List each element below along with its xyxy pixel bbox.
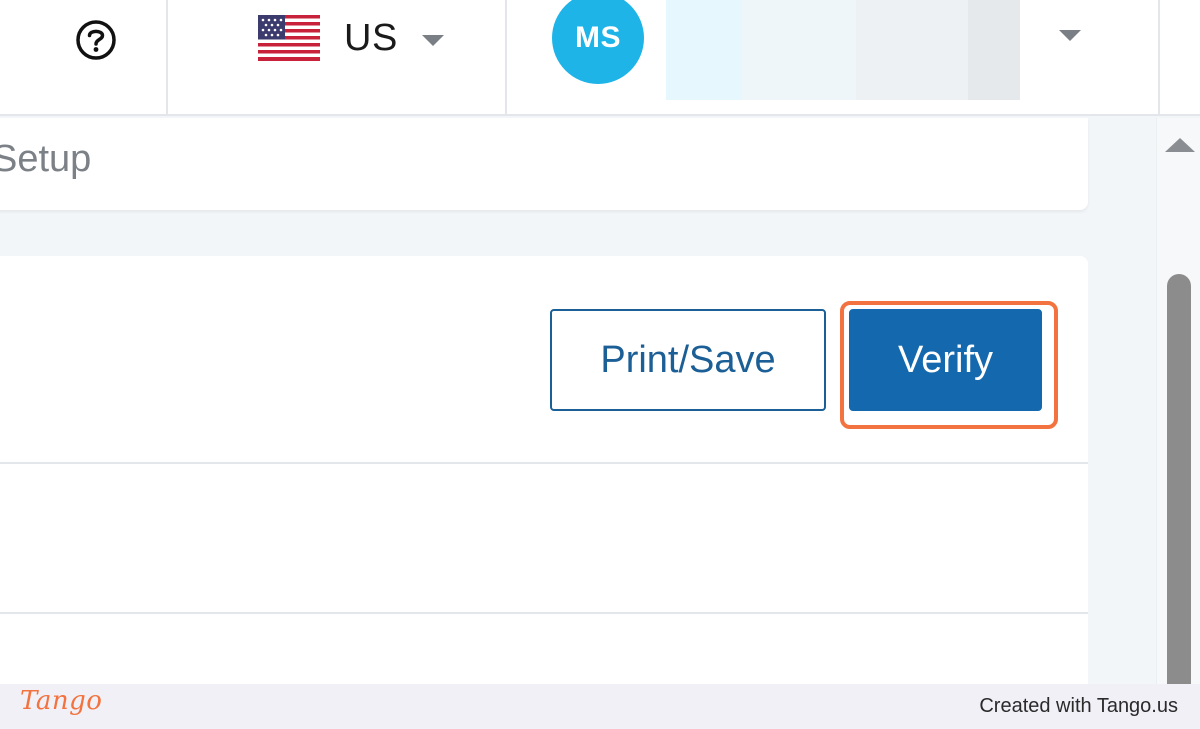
setup-header-card: Setup xyxy=(0,118,1088,210)
vertical-scrollbar[interactable] xyxy=(1156,118,1200,684)
row-divider xyxy=(0,462,1088,464)
tango-logo: Tango xyxy=(20,686,103,716)
user-initials: MS xyxy=(575,21,621,54)
user-name-redacted[interactable] xyxy=(666,0,1020,100)
header-divider xyxy=(505,0,507,116)
locale-label: US xyxy=(344,16,398,59)
page-title: Setup xyxy=(0,138,92,180)
header-divider xyxy=(1158,0,1160,116)
scroll-up-arrow-icon[interactable] xyxy=(1165,138,1195,152)
chevron-down-icon xyxy=(421,34,444,46)
user-menu-chevron-down-icon[interactable] xyxy=(1059,30,1081,41)
form-actions-card: Print/Save Verify xyxy=(0,256,1088,706)
locale-selector[interactable]: US xyxy=(258,10,444,66)
tango-footer: Tango Created with Tango.us xyxy=(0,684,1200,729)
scrollbar-thumb[interactable] xyxy=(1167,274,1191,684)
us-flag-icon xyxy=(258,15,320,61)
row-divider xyxy=(0,612,1088,614)
print-save-button[interactable]: Print/Save xyxy=(550,309,826,411)
header-divider xyxy=(166,0,168,116)
verify-button[interactable]: Verify xyxy=(849,309,1042,411)
top-navigation-bar: US MS xyxy=(0,0,1200,116)
footer-credit: Created with Tango.us xyxy=(979,695,1178,717)
question-circle-icon[interactable] xyxy=(74,18,118,62)
user-avatar[interactable]: MS xyxy=(552,0,644,84)
